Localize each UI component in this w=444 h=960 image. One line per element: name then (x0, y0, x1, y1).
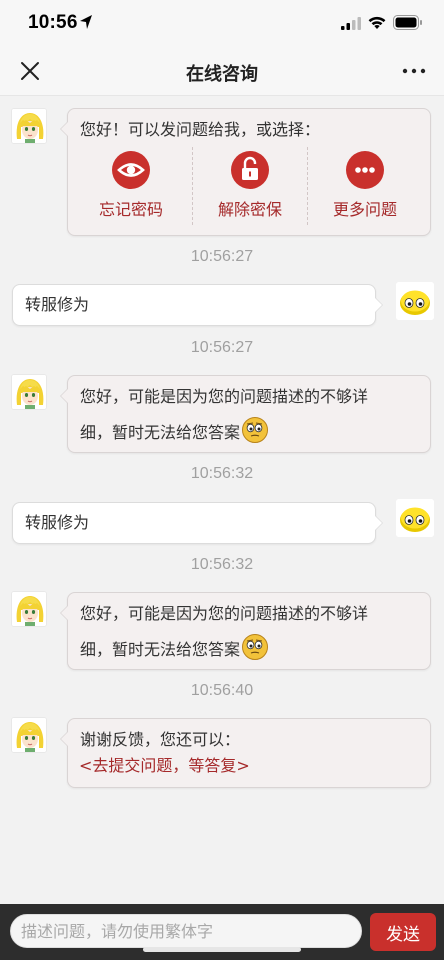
agent-avatar (11, 374, 47, 410)
feedback-text: 谢谢反馈，您还可以： (80, 730, 241, 749)
timestamp: 10:56:27 (190, 339, 254, 356)
home-indicator (143, 947, 301, 952)
agent-avatar (11, 591, 47, 627)
option-more-questions[interactable]: 更多问题 (308, 147, 422, 227)
agent-reply-line1: 您好，可能是因为您的问题描述的不够详 (80, 604, 369, 623)
timestamp: 10:56:40 (190, 682, 254, 699)
signal-icon (341, 17, 361, 30)
agent-reply-line2: 细，暂时无法给您答案 (80, 416, 269, 448)
agent-avatar (11, 108, 47, 144)
status-time: 10:56 (28, 12, 78, 33)
option-unlock-security[interactable]: 解除密保 (193, 147, 307, 227)
quick-options: 忘记密码 解除密保 更多问题 (68, 147, 432, 227)
status-bar: 10:56 (0, 0, 444, 46)
wifi-icon (368, 16, 386, 29)
more-options-icon[interactable] (402, 64, 426, 78)
location-arrow-icon (80, 15, 92, 29)
user-avatar (396, 499, 434, 537)
unlock-icon (242, 156, 258, 180)
timestamp: 10:56:32 (190, 556, 254, 573)
eye-icon (117, 163, 145, 177)
page-title: 在线咨询 (186, 64, 258, 85)
agent-reply-bubble: 您好，可能是因为您的问题描述的不够详 细，暂时无法给您答案 (60, 592, 431, 670)
agent-feedback-bubble: 谢谢反馈，您还可以： <去提交问题，等答复> (60, 718, 431, 788)
option-forgot-password[interactable]: 忘记密码 (74, 147, 188, 227)
option-label: 解除密保 (217, 200, 282, 219)
submit-question-link[interactable]: <去提交问题，等答复> (79, 753, 250, 779)
question-input[interactable] (10, 914, 362, 948)
agent-reply-line2: 细，暂时无法给您答案 (80, 633, 269, 665)
user-message-bubble: 转服修为 (12, 502, 383, 544)
timestamp: 10:56:27 (190, 248, 254, 265)
welcome-bubble: 您好！可以发问题给我，或选择： 忘记密码 解除密保 更多问题 (60, 108, 432, 236)
user-message-text: 转服修为 (25, 295, 90, 314)
option-label: 更多问题 (332, 200, 397, 219)
more-dots-icon (355, 167, 375, 173)
confused-emoji-icon (241, 416, 269, 444)
nav-bar: 在线咨询 (0, 46, 444, 96)
user-message-text: 转服修为 (25, 513, 90, 532)
user-avatar (396, 282, 434, 320)
battery-icon (393, 15, 422, 30)
welcome-text: 您好！可以发问题给我，或选择： (80, 120, 321, 139)
confused-emoji-icon (241, 633, 269, 661)
send-button[interactable]: 发送 (370, 913, 436, 951)
agent-reply-bubble: 您好，可能是因为您的问题描述的不够详 细，暂时无法给您答案 (60, 375, 431, 453)
timestamp: 10:56:32 (190, 465, 254, 482)
agent-reply-line1: 您好，可能是因为您的问题描述的不够详 (80, 387, 369, 406)
agent-avatar (11, 717, 47, 753)
option-label: 忘记密码 (98, 200, 163, 219)
user-message-bubble: 转服修为 (12, 284, 383, 326)
